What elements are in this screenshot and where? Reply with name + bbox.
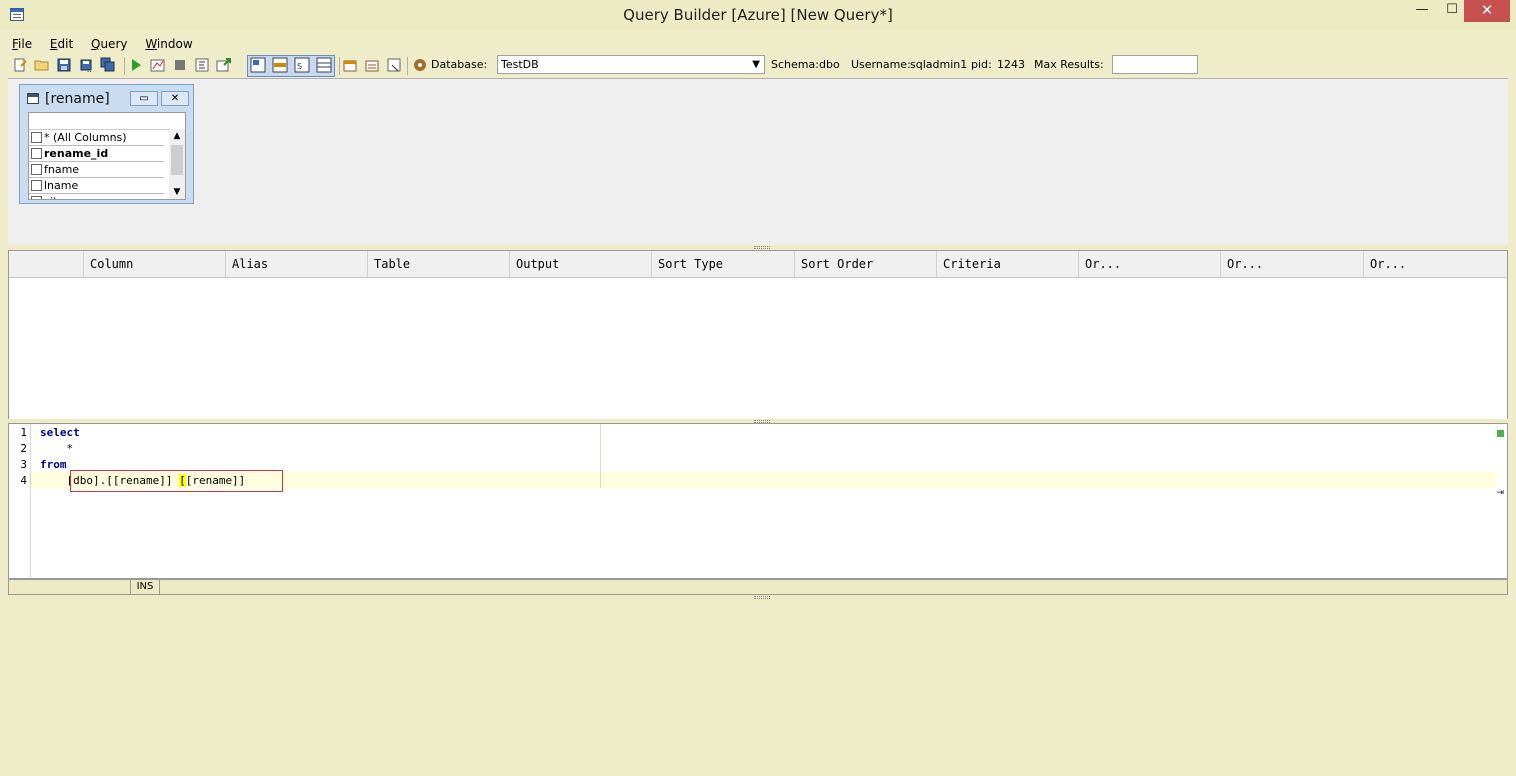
username-label: Username:: [851, 58, 911, 71]
menu-query[interactable]: Query: [87, 34, 131, 54]
database-connect-icon[interactable]: [412, 57, 428, 73]
explain-icon[interactable]: [150, 57, 166, 73]
max-results-label: Max Results:: [1034, 58, 1104, 71]
toolbar: .. S Database: TestDB ▼ Schema: dbo User…: [8, 54, 1508, 78]
column-checkbox[interactable]: [31, 164, 42, 175]
grid-header-alias[interactable]: Alias: [225, 251, 367, 277]
editor-status-marker: [1497, 430, 1504, 437]
add-table-icon[interactable]: [342, 57, 358, 73]
clear-icon[interactable]: [386, 57, 402, 73]
database-select-value: TestDB: [501, 58, 539, 71]
table-icon: [27, 93, 39, 104]
annotation-highlight-box: [70, 470, 283, 492]
schema-label: Schema:: [771, 58, 819, 71]
svg-text:..: ..: [87, 66, 91, 73]
save-as-icon[interactable]: ..: [78, 57, 94, 74]
status-insert-mode: INS: [131, 580, 160, 594]
database-label: Database:: [431, 58, 488, 71]
grid-header-sort-type[interactable]: Sort Type: [651, 251, 794, 277]
database-select[interactable]: TestDB ▼: [497, 55, 765, 74]
sql-editor[interactable]: 1 2 3 4 select * from [dbo].[[rename]] […: [8, 423, 1508, 579]
diagram-pane-icon[interactable]: [250, 57, 266, 73]
line-number: 1: [20, 426, 27, 439]
grid-header-column[interactable]: Column: [83, 251, 225, 277]
window-title: Query Builder [Azure] [New Query*]: [623, 6, 893, 24]
toolbar-separator: [124, 57, 125, 75]
scroll-thumb[interactable]: [171, 145, 183, 175]
code-line[interactable]: from: [40, 458, 67, 471]
column-checkbox[interactable]: [31, 180, 42, 191]
table-box-minimize-button[interactable]: ▭: [130, 91, 158, 106]
toolbar-separator: [407, 57, 408, 75]
app-window: Query Builder [Azure] [New Query*] — ☐ ✕…: [0, 0, 1516, 776]
username-value: sqladmin1: [910, 58, 968, 71]
menu-bar: File Edit Query Window: [8, 34, 203, 54]
grid-header-sort-order[interactable]: Sort Order: [794, 251, 936, 277]
max-results-input[interactable]: [1112, 55, 1198, 74]
line-number-gutter: 1 2 3 4: [9, 424, 31, 578]
title-bar[interactable]: Query Builder [Azure] [New Query*] — ☐ ✕: [0, 0, 1516, 30]
editor-status-bar: INS: [8, 579, 1508, 595]
status-position: [9, 580, 131, 594]
scroll-up-icon[interactable]: ▲: [169, 129, 185, 143]
table-column-list: * (All Columns) rename_id fname lname ci…: [28, 112, 186, 200]
toolbar-separator: [339, 57, 340, 75]
diagram-pane[interactable]: [8, 78, 1508, 246]
table-box-close-button[interactable]: ✕: [161, 91, 189, 106]
chevron-down-icon: ▼: [752, 59, 760, 70]
table-column-list-header: [29, 113, 185, 130]
group-by-icon[interactable]: [364, 57, 380, 73]
criteria-grid-header: Column Alias Table Output Sort Type Sort…: [9, 251, 1507, 278]
code-line[interactable]: select: [40, 426, 80, 439]
line-number: 3: [20, 458, 27, 471]
run-icon[interactable]: [128, 57, 144, 73]
new-query-icon[interactable]: [12, 57, 28, 73]
menu-window[interactable]: Window: [141, 34, 196, 54]
format-icon[interactable]: [194, 57, 210, 73]
results-pane-icon[interactable]: [316, 57, 332, 73]
export-icon[interactable]: [216, 57, 232, 73]
column-checkbox[interactable]: [31, 132, 42, 143]
code-line[interactable]: *: [40, 442, 73, 455]
scroll-down-icon[interactable]: ▼: [169, 185, 185, 199]
minimize-button[interactable]: —: [1405, 0, 1439, 22]
line-number: 2: [20, 442, 27, 455]
grid-header-or-2[interactable]: Or...: [1220, 251, 1363, 277]
column-row-fname[interactable]: fname: [29, 162, 164, 178]
table-box-rename[interactable]: [rename] ▭ ✕ * (All Columns) rename_id f…: [19, 84, 194, 204]
stop-icon[interactable]: [172, 57, 188, 73]
results-pane: [8, 600, 1508, 770]
criteria-grid[interactable]: Column Alias Table Output Sort Type Sort…: [8, 250, 1508, 420]
table-box-title: [rename]: [45, 91, 110, 107]
save-all-icon[interactable]: [100, 57, 116, 73]
menu-file[interactable]: File: [8, 34, 36, 54]
editor-scroll-indicator-icon: ⇥: [1496, 488, 1504, 498]
column-row-all[interactable]: * (All Columns): [29, 130, 164, 146]
column-row-city[interactable]: city: [29, 194, 164, 199]
grid-header-or-1[interactable]: Or...: [1078, 251, 1220, 277]
pid-value: 1243: [997, 58, 1025, 71]
schema-value: dbo: [819, 58, 840, 71]
save-icon[interactable]: [56, 57, 72, 73]
pid-label: pid:: [971, 58, 992, 71]
grid-header-output[interactable]: Output: [509, 251, 651, 277]
grid-header-table[interactable]: Table: [367, 251, 509, 277]
grid-header-or-3[interactable]: Or...: [1363, 251, 1507, 277]
table-column-scrollbar[interactable]: ▲ ▼: [169, 129, 185, 199]
grid-pane-icon[interactable]: [272, 57, 288, 73]
maximize-button[interactable]: ☐: [1437, 0, 1467, 22]
column-checkbox[interactable]: [31, 196, 42, 199]
open-folder-icon[interactable]: [34, 57, 50, 73]
menu-edit[interactable]: Edit: [46, 34, 77, 54]
close-button[interactable]: ✕: [1464, 0, 1510, 22]
sql-pane-icon[interactable]: S: [294, 57, 310, 73]
svg-text:S: S: [297, 62, 302, 71]
column-checkbox[interactable]: [31, 148, 42, 159]
editor-margin-line: [600, 424, 601, 488]
line-number: 4: [20, 474, 27, 487]
column-row-rename-id[interactable]: rename_id: [29, 146, 164, 162]
grid-header-criteria[interactable]: Criteria: [936, 251, 1078, 277]
column-row-lname[interactable]: lname: [29, 178, 164, 194]
